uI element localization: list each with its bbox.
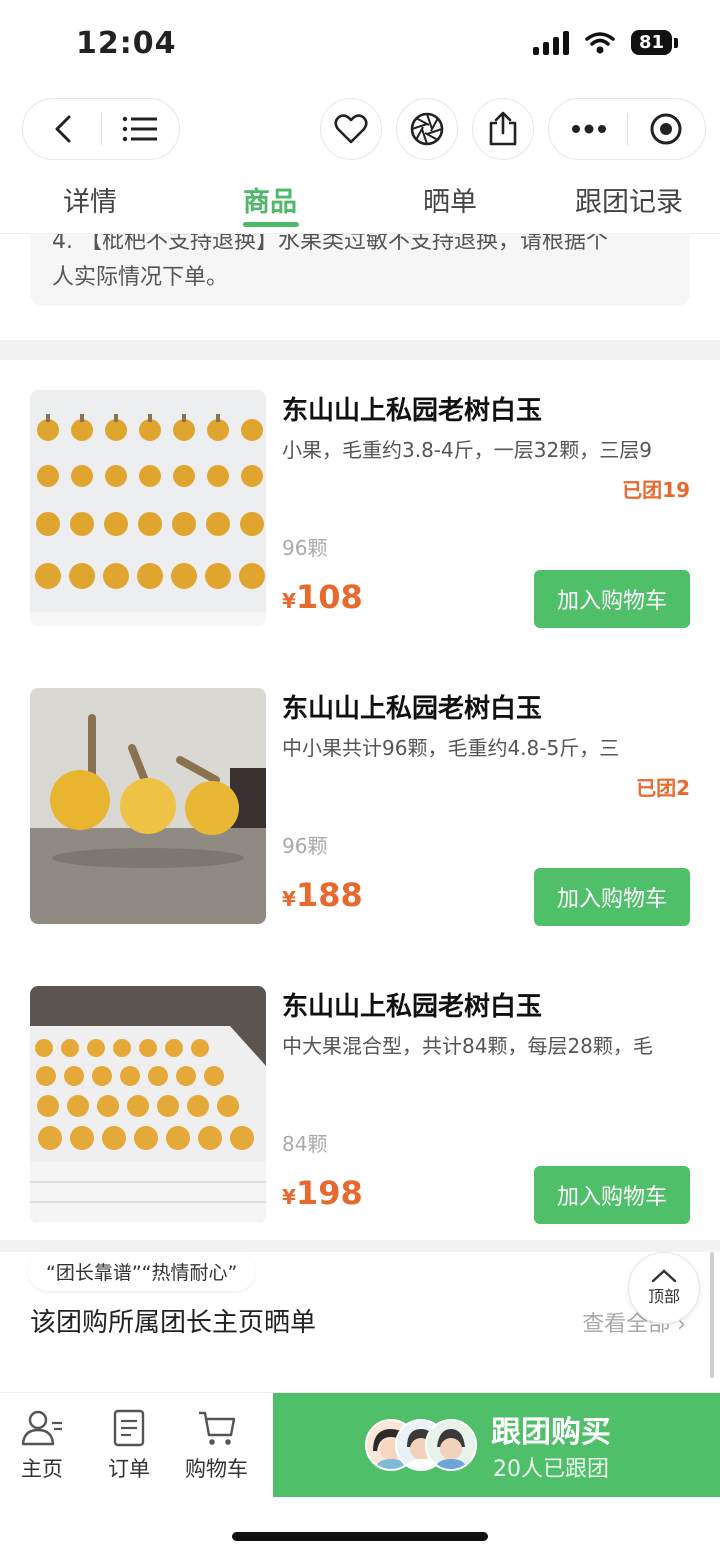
cart-icon bbox=[198, 1411, 235, 1445]
nav-cart[interactable]: 购物车 bbox=[185, 1409, 248, 1483]
document-icon bbox=[113, 1409, 145, 1447]
mini-program-capsule bbox=[548, 98, 706, 160]
home-indicator bbox=[232, 1532, 488, 1541]
product-description: 中小果共计96颗，毛重约4.8-5斤，三 bbox=[282, 736, 620, 760]
join-group-title: 跟团购买 bbox=[491, 1415, 611, 1450]
avatar bbox=[425, 1419, 477, 1471]
status-icons: 81 bbox=[532, 30, 679, 55]
product-quantity: 96颗 bbox=[282, 536, 328, 560]
nav-cart-label: 购物车 bbox=[185, 1457, 248, 1481]
add-to-cart-button[interactable]: 加入购物车 bbox=[534, 868, 690, 926]
nav-orders[interactable]: 订单 bbox=[108, 1409, 150, 1483]
group-count-badge: 已团2 bbox=[636, 776, 690, 800]
product-image[interactable] bbox=[30, 688, 266, 924]
join-group-subtitle: 20人已跟团 bbox=[493, 1457, 609, 1482]
status-time: 12:04 bbox=[76, 26, 177, 61]
product-price: ¥108 bbox=[282, 578, 363, 616]
aperture-icon bbox=[410, 112, 444, 146]
scrollbar[interactable] bbox=[710, 1252, 714, 1378]
tab-details[interactable]: 详情 bbox=[63, 180, 117, 219]
avatar-group bbox=[365, 1419, 477, 1471]
product-title: 东山山上私园老树白玉 bbox=[282, 396, 543, 426]
nav-home[interactable]: 主页 bbox=[20, 1409, 64, 1483]
product-quantity: 84颗 bbox=[282, 1132, 328, 1156]
join-group-buy-button[interactable]: 跟团购买 20人已跟团 bbox=[273, 1393, 720, 1497]
product-description: 中大果混合型，共计84颗，每层28颗，毛 bbox=[282, 1034, 653, 1058]
product-price: ¥198 bbox=[282, 1174, 363, 1212]
product-title: 东山山上私园老树白玉 bbox=[282, 992, 543, 1022]
product-quantity: 96颗 bbox=[282, 834, 328, 858]
close-miniprogram-button[interactable] bbox=[628, 99, 704, 159]
product-image[interactable] bbox=[30, 986, 266, 1222]
nav-capsule bbox=[22, 98, 180, 160]
cellular-signal-icon bbox=[532, 30, 569, 55]
currency-symbol: ¥ bbox=[282, 589, 296, 613]
chevron-left-icon bbox=[55, 115, 70, 143]
back-to-top-button[interactable]: 顶部 bbox=[628, 1252, 700, 1324]
currency-symbol: ¥ bbox=[282, 1185, 296, 1209]
add-to-cart-button[interactable]: 加入购物车 bbox=[534, 570, 690, 628]
add-to-cart-button[interactable]: 加入购物车 bbox=[534, 1166, 690, 1224]
chevron-up-icon bbox=[651, 1269, 677, 1283]
price-value: 188 bbox=[295, 876, 363, 914]
product-price: ¥188 bbox=[282, 876, 363, 914]
product-title: 东山山上私园老树白玉 bbox=[282, 694, 543, 724]
favorite-button[interactable] bbox=[320, 98, 382, 160]
price-value: 198 bbox=[295, 1174, 363, 1212]
back-to-top-label: 顶部 bbox=[647, 1287, 680, 1306]
section-divider bbox=[0, 340, 720, 360]
product-card[interactable]: 东山山上私园老树白玉 中小果共计96颗，毛重约4.8-5斤，三 已团2 96颗 … bbox=[0, 658, 720, 957]
nav-orders-label: 订单 bbox=[108, 1457, 150, 1481]
reviews-section: “团长靠谱”“热情耐心” 该团购所属团长主页晒单 查看全部 › bbox=[0, 1252, 720, 1392]
user-home-icon bbox=[21, 1410, 62, 1446]
active-tab-indicator bbox=[243, 222, 299, 227]
camera-button[interactable] bbox=[396, 98, 458, 160]
list-icon bbox=[122, 116, 157, 142]
price-value: 108 bbox=[295, 578, 363, 616]
product-card[interactable]: 东山山上私园老树白玉 小果，毛重约3.8-4斤，一层32颗，三层9 已团19 9… bbox=[0, 360, 720, 659]
battery-indicator: 81 bbox=[630, 30, 679, 55]
wifi-icon bbox=[585, 31, 615, 53]
currency-symbol: ¥ bbox=[282, 887, 296, 911]
tab-group-records[interactable]: 跟团记录 bbox=[575, 180, 683, 219]
review-tags: “团长靠谱”“热情耐心” bbox=[28, 1252, 256, 1291]
product-card[interactable]: 东山山上私园老树白玉 中大果混合型，共计84颗，每层28颗，毛 84颗 ¥198… bbox=[0, 956, 720, 1254]
product-description: 小果，毛重约3.8-4斤，一层32颗，三层9 bbox=[282, 438, 652, 462]
nav-home-label: 主页 bbox=[21, 1457, 63, 1481]
group-count-badge: 已团19 bbox=[622, 478, 690, 502]
heart-icon bbox=[334, 114, 368, 144]
tab-products[interactable]: 商品 bbox=[243, 180, 297, 219]
menu-button[interactable] bbox=[102, 99, 178, 159]
target-circle-icon bbox=[650, 113, 681, 145]
tab-reviews[interactable]: 晒单 bbox=[423, 180, 477, 219]
back-button[interactable] bbox=[25, 99, 101, 159]
share-button[interactable] bbox=[472, 98, 534, 160]
share-icon bbox=[489, 111, 517, 146]
more-button[interactable] bbox=[551, 99, 627, 159]
section-divider bbox=[0, 1240, 720, 1252]
notice-line-2: 人实际情况下单。 bbox=[52, 265, 229, 290]
reviews-title: 该团购所属团长主页晒单 bbox=[30, 1308, 317, 1338]
product-image[interactable] bbox=[30, 390, 266, 626]
more-dots-icon bbox=[571, 124, 606, 134]
